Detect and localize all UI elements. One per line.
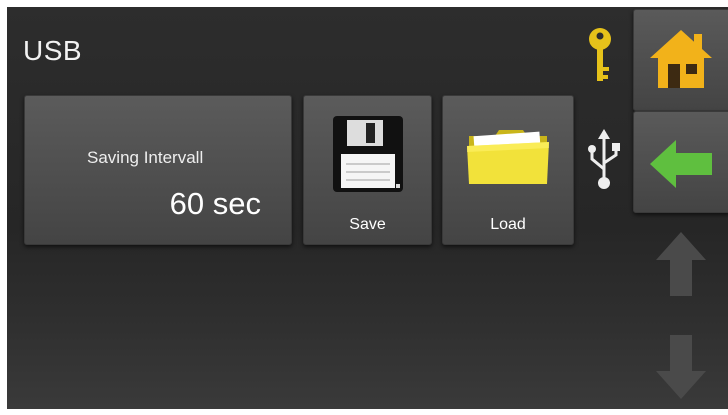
load-button[interactable]: Load: [442, 95, 574, 245]
usb-screen: USB Saving Intervall 60 sec Save Load: [7, 7, 728, 409]
page-title: USB: [23, 35, 83, 66]
back-button[interactable]: [633, 111, 728, 213]
key-icon: [589, 28, 611, 81]
home-icon: [650, 30, 712, 88]
save-button[interactable]: Save: [303, 95, 432, 245]
save-button-label: Save: [349, 216, 386, 233]
folder-icon: [467, 130, 549, 184]
up-arrow-icon[interactable]: [656, 232, 706, 296]
home-button[interactable]: [633, 9, 728, 111]
saving-interval-tile[interactable]: Saving Intervall 60 sec: [24, 95, 292, 245]
down-arrow-icon[interactable]: [656, 335, 706, 399]
usb-icon: [588, 129, 620, 189]
saving-interval-value: 60 sec: [169, 186, 261, 221]
load-button-label: Load: [490, 216, 526, 233]
floppy-disk-icon: [333, 116, 403, 192]
back-arrow-icon: [650, 140, 712, 188]
saving-interval-label: Saving Intervall: [87, 148, 204, 167]
